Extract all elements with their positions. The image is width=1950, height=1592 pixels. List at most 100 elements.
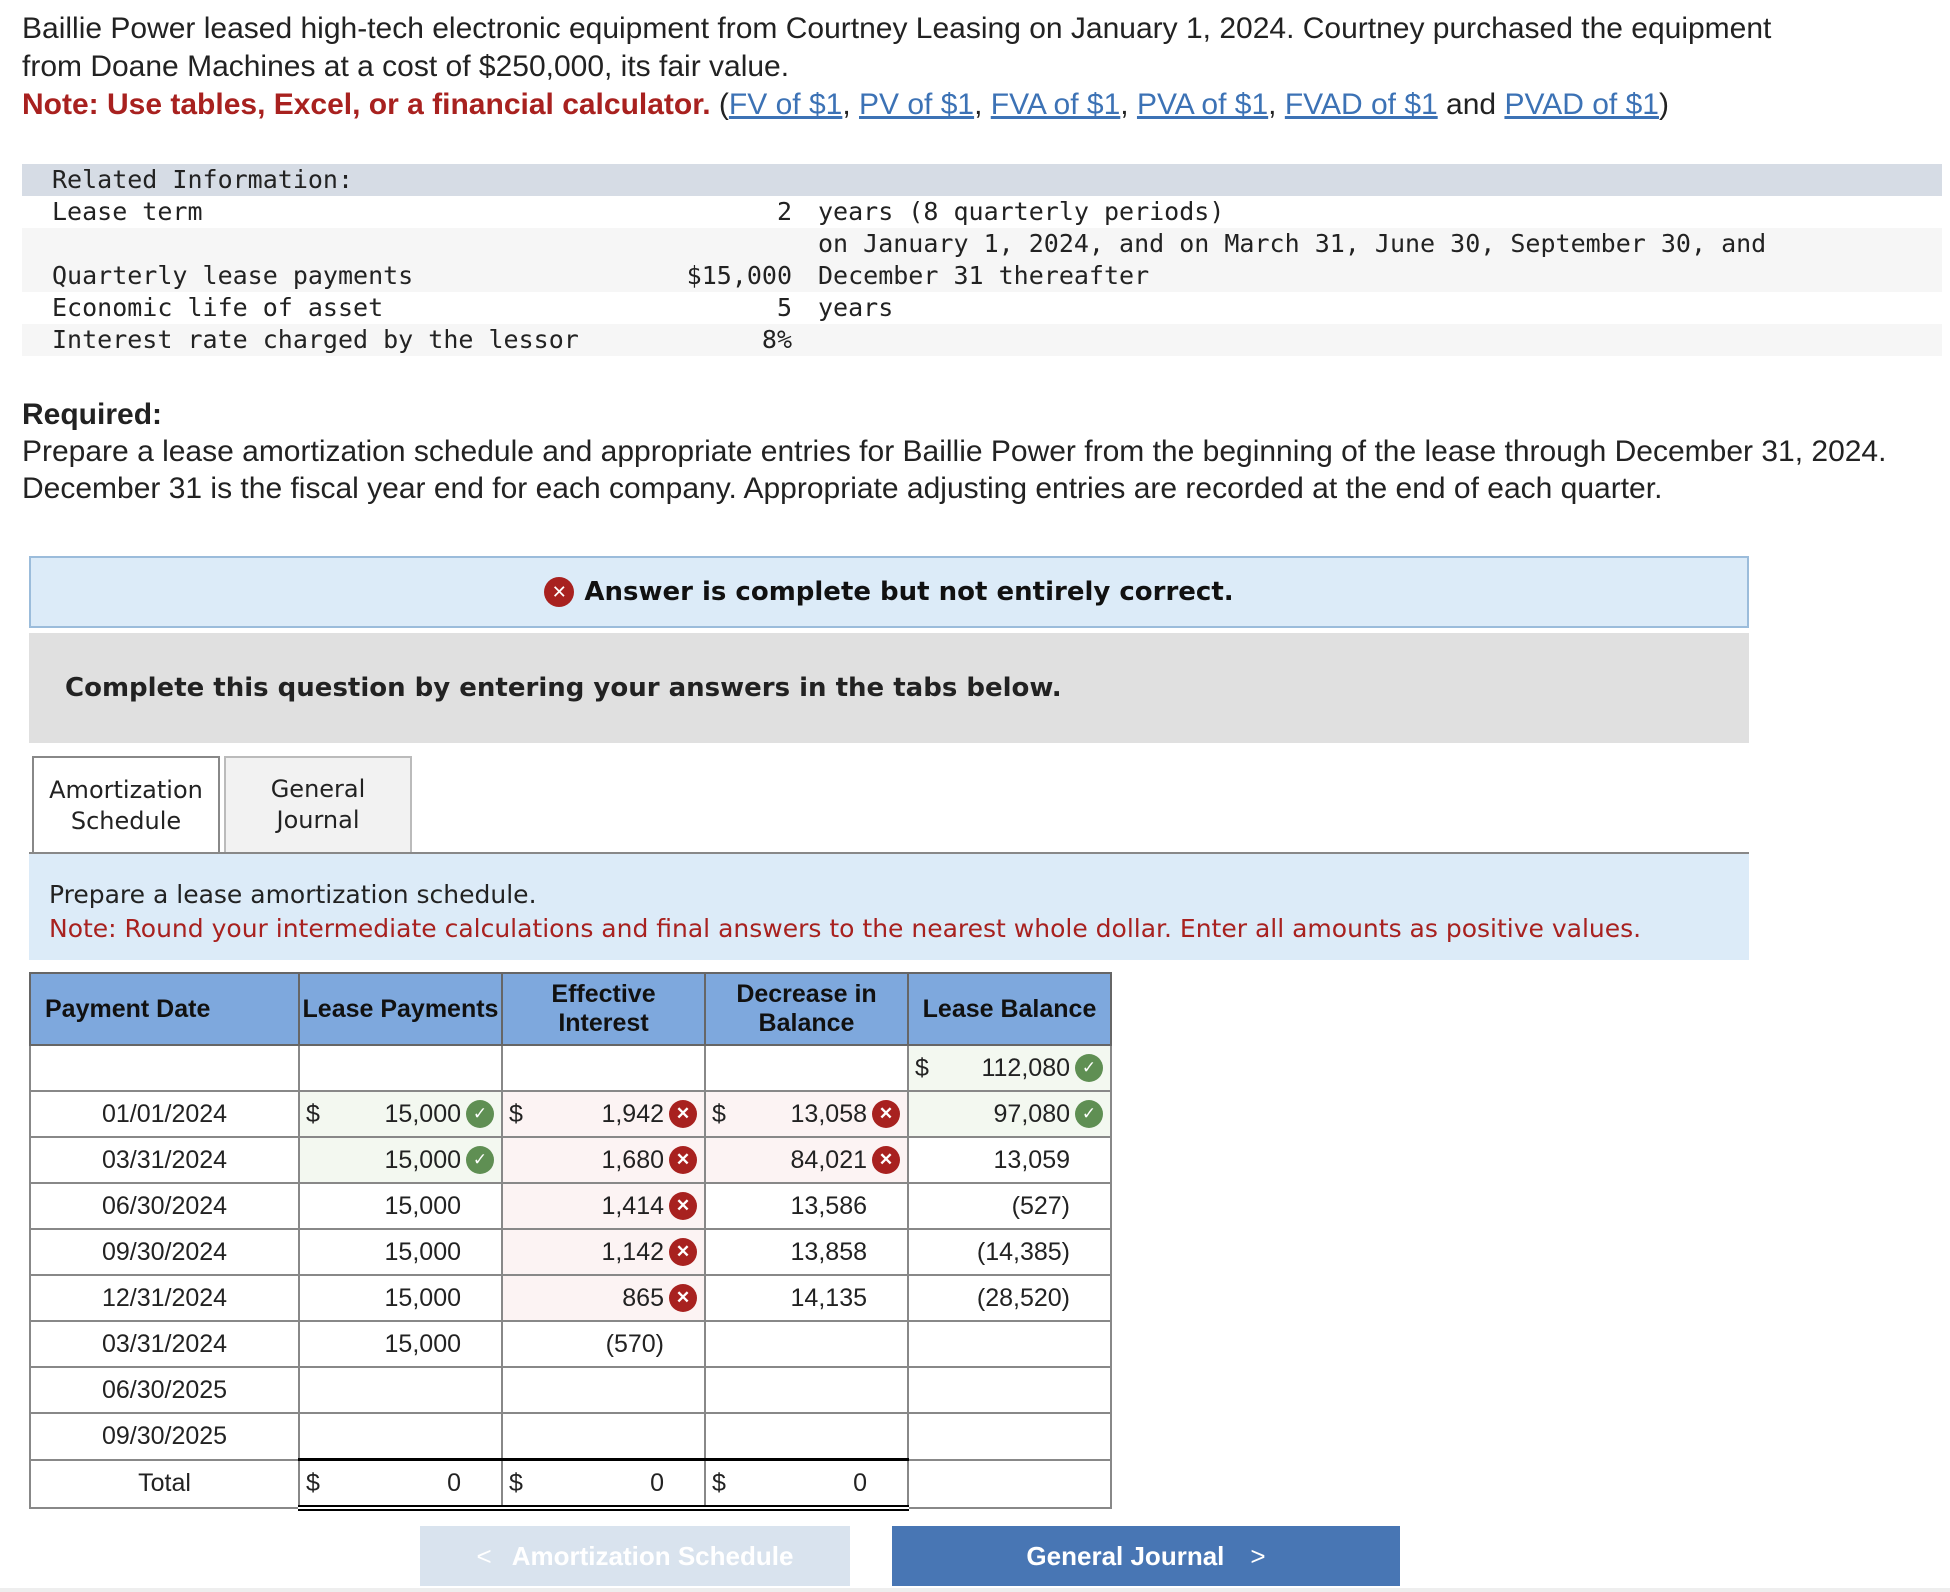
related-value: 8% [761,325,792,354]
related-row: Interest rate charged by the lessor 8% [22,324,1942,356]
related-information: Related Information: Lease term 2 years (8… [22,164,1942,356]
decrease-balance-input[interactable] [704,1320,909,1368]
total-decrease-balance[interactable]: $ 0 [704,1458,909,1511]
decrease-balance-input[interactable]: $ 13,058 ✕ [704,1090,909,1138]
decrease-balance-input[interactable]: 84,021 ✕ [704,1136,909,1184]
total-effective-interest[interactable]: $ 0 [501,1458,706,1511]
currency-sign: $ [915,1053,929,1082]
problem-intro: Baillie Power leased high-tech electroni… [22,10,1922,124]
x-icon: ✕ [669,1284,697,1312]
next-label: General Journal [1026,1540,1225,1571]
table-row: 09/30/2025 [29,1412,1112,1461]
related-label: Economic life of asset [52,293,384,322]
cell-value: 15,000 [384,1237,461,1266]
cell-value: 15,000 [384,1145,461,1174]
lease-balance-input[interactable] [907,1366,1112,1414]
cell-value: (28,520) [976,1283,1070,1312]
link-pv[interactable]: PV of $1 [859,88,974,121]
payment-date: 06/30/2025 [29,1366,300,1414]
cell-value: 15,000 [384,1191,461,1220]
lease-balance-input[interactable]: (28,520) [907,1274,1112,1322]
decrease-balance-input[interactable]: 13,586 [704,1182,909,1230]
cell-value: 13,858 [790,1237,867,1266]
cell-value: 0 [650,1468,664,1497]
related-value: $15,000 [686,261,792,290]
related-label: Quarterly lease payments [52,261,414,290]
payment-date: 09/30/2024 [29,1228,300,1276]
lease-payment-input[interactable]: 15,000 [298,1274,503,1322]
tab-bar: Amortization Schedule General Journal [32,756,416,854]
tab-amortization-schedule[interactable]: Amortization Schedule [32,756,220,854]
cell-value: 1,414 [601,1191,664,1220]
decrease-balance-input[interactable]: 13,858 [704,1228,909,1276]
amortization-table: Payment Date Lease Payments Effective In… [29,972,1112,1511]
related-label: Interest rate charged by the lessor [52,325,579,354]
header-decrease-in-balance: Decrease in Balance [704,972,909,1046]
effective-interest-input[interactable] [501,1412,706,1461]
link-fv[interactable]: FV of $1 [729,88,842,121]
cell-value: 865 [622,1283,664,1312]
header-effective-interest: Effective Interest [501,972,706,1046]
lease-balance-input[interactable]: 97,080 ✓ [907,1090,1112,1138]
x-icon: ✕ [669,1146,697,1174]
lease-balance-input[interactable] [907,1412,1112,1461]
related-row: Lease term 2 years (8 quarterly periods) [22,196,1942,228]
intro-note-line: Note: Use tables, Excel, or a financial … [22,88,1669,121]
link-pva[interactable]: PVA of $1 [1137,88,1268,121]
cell-value: 84,021 [790,1145,867,1174]
lease-balance-input[interactable]: (14,385) [907,1228,1112,1276]
lease-payment-input[interactable]: 15,000 [298,1228,503,1276]
table-row-total: Total $ 0 $ 0 $ 0 [29,1458,1112,1511]
instructions-note: Note: Round your intermediate calculatio… [49,914,1642,943]
decrease-balance-input[interactable] [704,1366,909,1414]
lease-payment-input[interactable] [298,1366,503,1414]
cell-empty [907,1458,1112,1509]
check-icon: ✓ [466,1146,494,1174]
effective-interest-input[interactable] [501,1366,706,1414]
total-lease-payments[interactable]: $ 0 [298,1458,503,1511]
lease-payment-input[interactable] [298,1412,503,1461]
header-payment-date: Payment Date [29,972,300,1046]
tab-general-journal[interactable]: General Journal [224,756,412,852]
link-fvad[interactable]: FVAD of $1 [1285,88,1438,121]
related-value: 5 [776,293,792,322]
lease-payment-input[interactable]: 15,000 [298,1182,503,1230]
lease-balance-input[interactable]: (527) [907,1182,1112,1230]
lease-payment-input[interactable]: 15,000 ✓ [298,1136,503,1184]
x-icon: ✕ [669,1238,697,1266]
table-row: 06/30/2025 [29,1366,1112,1414]
check-icon: ✓ [466,1100,494,1128]
link-pvad[interactable]: PVAD of $1 [1504,88,1659,121]
currency-sign: $ [509,1099,523,1128]
lease-payment-input[interactable]: 15,000 [298,1320,503,1368]
decrease-balance-input[interactable]: 14,135 [704,1274,909,1322]
cell-value: 1,942 [601,1099,664,1128]
currency-sign: $ [712,1468,726,1497]
related-text: on January 1, 2024, and on March 31, Jun… [818,229,1767,258]
effective-interest-input[interactable]: $ 1,942 ✕ [501,1090,706,1138]
cell-value: 0 [853,1468,867,1497]
link-fva[interactable]: FVA of $1 [991,88,1121,121]
x-icon: ✕ [669,1100,697,1128]
lease-balance-input[interactable]: 13,059 [907,1136,1112,1184]
prev-amortization-schedule-button[interactable]: < Amortization Schedule [420,1526,850,1586]
cell-value: (570) [605,1329,664,1358]
related-text: years [818,293,894,322]
lease-balance-input[interactable]: $ 112,080 ✓ [907,1044,1112,1092]
effective-interest-input[interactable]: 1,680 ✕ [501,1136,706,1184]
next-general-journal-button[interactable]: General Journal > [892,1526,1400,1586]
cell-value: (14,385) [976,1237,1070,1266]
related-text: December 31 thereafter [818,261,1150,290]
effective-interest-input[interactable]: 1,142 ✕ [501,1228,706,1276]
lease-payment-input[interactable]: $ 15,000 ✓ [298,1090,503,1138]
effective-interest-input[interactable]: 1,414 ✕ [501,1182,706,1230]
effective-interest-input[interactable]: 865 ✕ [501,1274,706,1322]
currency-sign: $ [306,1099,320,1128]
x-icon: ✕ [872,1146,900,1174]
effective-interest-input[interactable]: (570) [501,1320,706,1368]
decrease-balance-input[interactable] [704,1412,909,1461]
lease-balance-input[interactable] [907,1320,1112,1368]
intro-note: Note: Use tables, Excel, or a financial … [22,88,711,121]
banner-text: Answer is complete but not entirely corr… [584,577,1234,607]
related-row: Quarterly lease payments $15,000 December … [22,260,1942,292]
